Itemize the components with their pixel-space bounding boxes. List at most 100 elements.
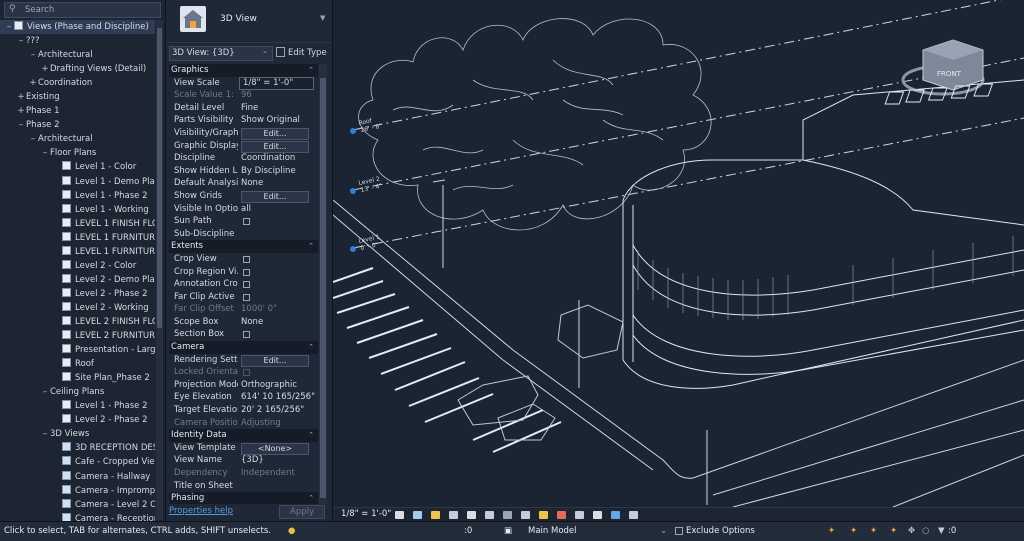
level-head[interactable]: Level 10' - 0" xyxy=(350,234,381,252)
highlight-displacement-icon[interactable] xyxy=(629,511,638,519)
tree-node[interactable]: – Ceiling Plans xyxy=(0,385,155,399)
expand-icon[interactable]: + xyxy=(40,62,50,76)
property-row[interactable]: View Template <None> xyxy=(169,442,318,455)
show-crop-region-icon[interactable] xyxy=(503,511,512,519)
level-head[interactable]: Roof26' - 8" xyxy=(350,117,383,134)
property-row[interactable]: Default Analysi...None xyxy=(169,177,318,190)
property-row[interactable]: Sun Path xyxy=(169,215,318,228)
expand-icon[interactable]: + xyxy=(16,90,26,104)
property-row[interactable]: Visible In Option all xyxy=(169,203,318,216)
tree-node[interactable]: – Floor Plans xyxy=(0,146,155,160)
collapse-icon[interactable]: – xyxy=(40,385,50,399)
property-checkbox[interactable] xyxy=(243,218,250,226)
property-value[interactable]: all xyxy=(241,203,317,216)
tree-node[interactable]: Camera - Level 2 Open xyxy=(0,498,155,512)
property-row[interactable]: Title on Sheet xyxy=(169,480,318,493)
select-links-icon[interactable]: ✦ xyxy=(828,526,835,536)
property-value[interactable]: Show Original xyxy=(241,114,317,127)
property-row[interactable]: Target Elevation 20' 2 165/256" xyxy=(169,404,318,417)
properties-scrollbar[interactable] xyxy=(319,64,327,504)
tree-node[interactable]: +Phase 1 xyxy=(0,104,155,118)
select-underlay-icon[interactable]: ✦ xyxy=(850,526,857,536)
tree-node[interactable]: Level 2 - Working xyxy=(0,301,155,315)
tree-node[interactable]: – Phase 2 xyxy=(0,118,155,132)
collapse-icon[interactable]: – xyxy=(40,146,50,160)
tree-node[interactable]: Presentation - Large xyxy=(0,343,155,357)
tree-node[interactable]: Level 2 - Phase 2 xyxy=(0,287,155,301)
viewcube[interactable]: FRONT xyxy=(884,39,994,105)
drawing-area[interactable]: Roof 26' - 8" Level 2 13' - 4" Level 1 0' - 0… xyxy=(333,0,1024,507)
property-value[interactable]: 614' 10 165/256" xyxy=(241,391,317,404)
drag-elements-icon[interactable]: ✥ xyxy=(908,526,915,536)
tree-node[interactable]: +Existing xyxy=(0,90,155,104)
instance-selector[interactable]: 3D View: {3D} ⌄ xyxy=(169,46,273,61)
collapse-icon[interactable]: – xyxy=(28,132,38,146)
property-row[interactable]: Parts Visibility Show Original xyxy=(169,114,318,127)
property-edit-button[interactable]: Edit... xyxy=(241,127,309,140)
property-checkbox[interactable] xyxy=(243,255,250,263)
property-value[interactable]: {3D} xyxy=(241,454,317,467)
search-input[interactable] xyxy=(25,4,150,15)
property-row[interactable]: Projection Mode Orthographic xyxy=(169,379,318,392)
property-edit-button[interactable]: Edit... xyxy=(241,354,309,367)
property-group-header[interactable]: Camera ⌃ xyxy=(169,341,318,354)
filter-count[interactable]: :0 xyxy=(948,526,956,536)
tree-node[interactable]: +Coordination xyxy=(0,76,155,90)
property-checkbox[interactable] xyxy=(243,281,250,289)
tree-node[interactable]: LEVEL 2 FINISH FLOOR xyxy=(0,315,155,329)
property-value[interactable]: Orthographic xyxy=(241,379,317,392)
tree-node[interactable]: Level 1 - Phase 2 xyxy=(0,399,155,413)
property-value[interactable]: None xyxy=(241,177,317,190)
property-row[interactable]: Annotation Crop xyxy=(169,278,318,291)
view-scale-control[interactable]: 1/8" = 1'-0" xyxy=(341,509,391,519)
property-value[interactable]: None xyxy=(241,316,317,329)
expand-icon[interactable]: + xyxy=(16,104,26,118)
tree-node[interactable]: Level 2 - Phase 2 xyxy=(0,413,155,427)
collapse-icon[interactable]: – xyxy=(4,20,14,34)
property-checkbox[interactable] xyxy=(243,331,250,339)
property-checkbox[interactable] xyxy=(243,293,250,301)
property-row[interactable]: Visibility/Graph...Edit... xyxy=(169,127,318,140)
properties-help-link[interactable]: Properties help xyxy=(169,506,233,516)
temporary-properties-icon[interactable] xyxy=(593,511,602,519)
active-design-option[interactable]: Main Model xyxy=(528,526,577,536)
select-pinned-icon[interactable]: ✦ xyxy=(870,526,877,536)
property-row[interactable]: Crop Region Vi... xyxy=(169,266,318,279)
tree-node[interactable]: Camera - Hallway xyxy=(0,470,155,484)
chevron-down-icon[interactable]: ▼ xyxy=(320,14,325,22)
editing-requests[interactable]: :0 xyxy=(464,526,472,536)
property-row[interactable]: Detail Level Fine xyxy=(169,102,318,115)
analytical-model-icon[interactable] xyxy=(611,511,620,519)
property-row[interactable]: Show Grids Edit... xyxy=(169,190,318,203)
browser-scrollbar[interactable] xyxy=(156,20,163,520)
property-row[interactable]: Rendering Setti...Edit... xyxy=(169,354,318,367)
property-row[interactable]: Crop View xyxy=(169,253,318,266)
render-icon[interactable] xyxy=(467,511,476,519)
detail-level-icon[interactable] xyxy=(395,511,404,519)
property-row[interactable]: Graphic Display...Edit... xyxy=(169,140,318,153)
tree-node[interactable]: LEVEL 1 FURNITURE xyxy=(0,231,155,245)
expand-icon[interactable]: + xyxy=(28,76,38,90)
tree-node[interactable]: 3D RECEPTION DESK xyxy=(0,441,155,455)
reveal-hidden-icon[interactable] xyxy=(557,511,566,519)
tree-node[interactable]: LEVEL 1 FURNITURE xyxy=(0,245,155,259)
type-header[interactable]: 3D View ▼ xyxy=(166,0,332,43)
apply-button[interactable]: Apply xyxy=(279,505,325,519)
collapse-icon[interactable]: ⌃ xyxy=(308,64,314,77)
collapse-icon[interactable]: ⌃ xyxy=(308,240,314,253)
collapse-icon[interactable]: ⌃ xyxy=(308,492,314,504)
worksharing-display-icon[interactable] xyxy=(575,511,584,519)
property-value[interactable]: By Discipline xyxy=(241,165,317,178)
browser-search[interactable]: ⚲ xyxy=(4,2,161,18)
tree-node[interactable]: +Drafting Views (Detail) xyxy=(0,62,155,76)
collapse-icon[interactable]: – xyxy=(28,48,38,62)
property-value[interactable]: Coordination xyxy=(241,152,317,165)
tree-node[interactable]: –??? xyxy=(0,34,155,48)
property-value-field[interactable]: 1/8" = 1'-0" xyxy=(239,76,314,90)
tree-node[interactable]: – Views (Phase and Discipline) xyxy=(0,20,155,35)
tree-node[interactable]: Level 1 - Demo Plan xyxy=(0,175,155,189)
visual-style-icon[interactable] xyxy=(413,511,422,519)
collapse-icon[interactable]: – xyxy=(16,34,26,48)
tree-node[interactable]: LEVEL 2 FURNITURE xyxy=(0,329,155,343)
property-row[interactable]: View Scale 1/8" = 1'-0" xyxy=(169,76,318,90)
